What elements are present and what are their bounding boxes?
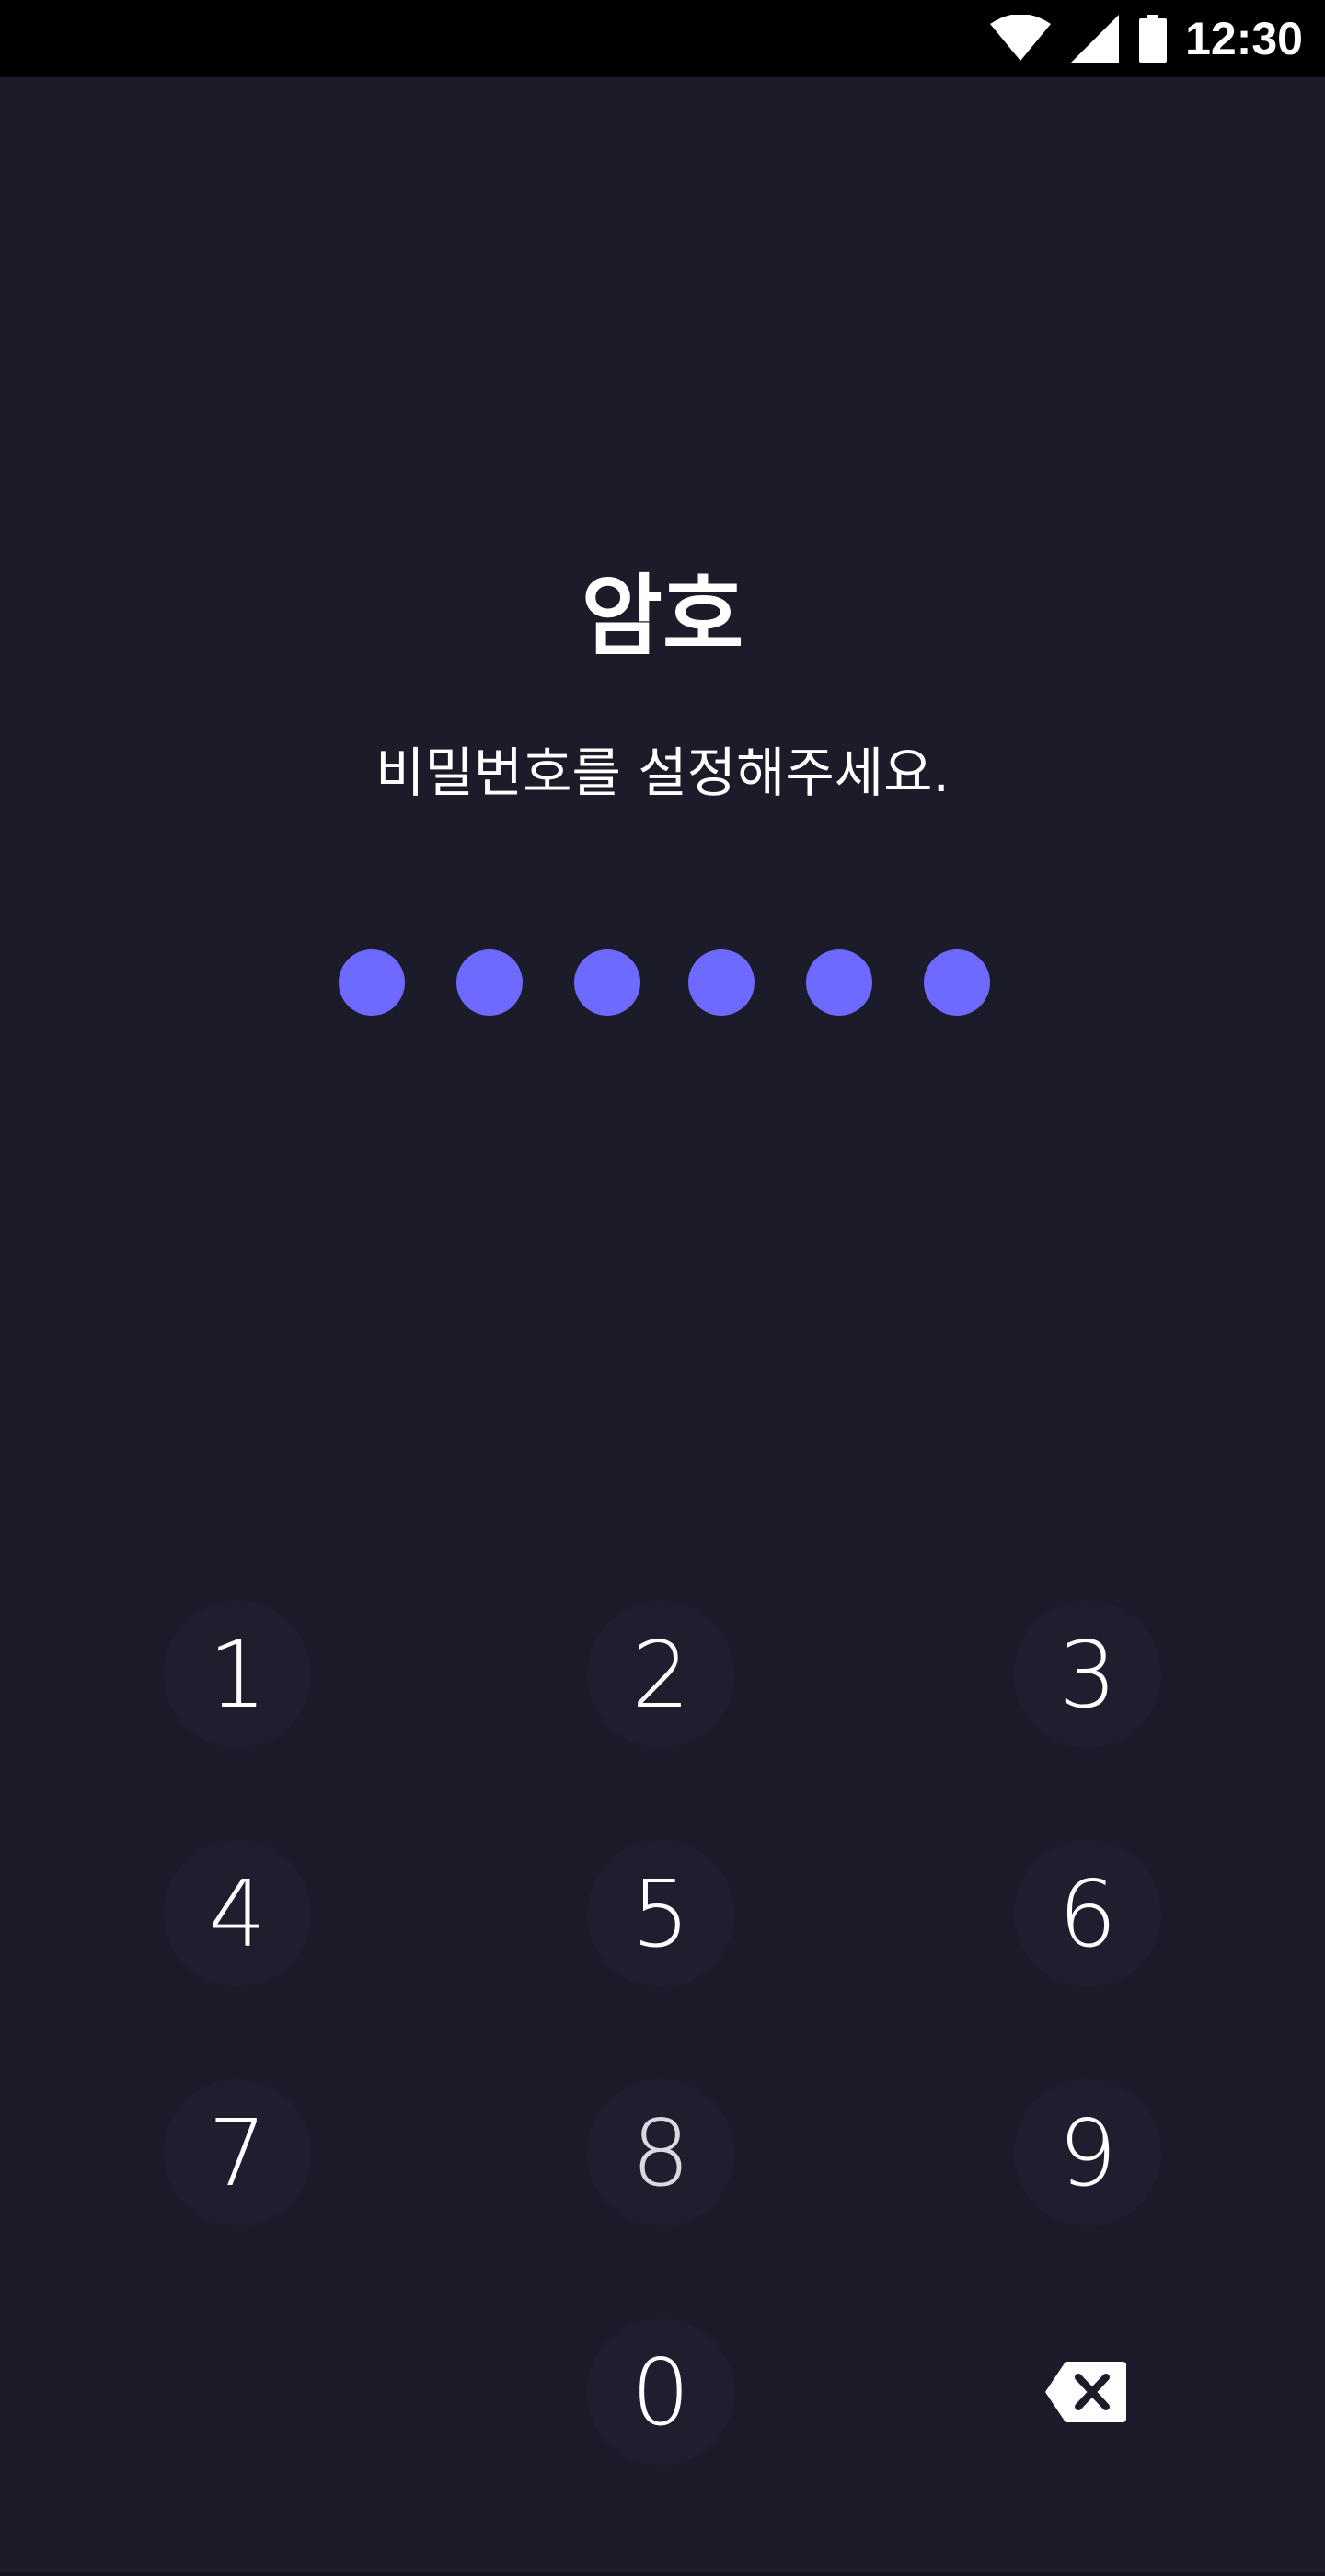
passcode-screen: 12:30 암호 비밀번호를 설정해주세요. 1 2 3 4 5 6 7 8 9…	[0, 0, 1325, 2576]
pin-dot	[806, 949, 872, 1016]
wifi-icon	[990, 15, 1052, 63]
page-title: 암호	[581, 565, 744, 668]
key-0[interactable]: 0	[587, 2318, 734, 2466]
status-time: 12:30	[1185, 13, 1303, 64]
battery-icon	[1139, 15, 1168, 63]
status-icons: 12:30	[990, 0, 1303, 77]
pin-indicator	[0, 949, 1325, 1016]
key-5[interactable]: 5	[587, 1840, 734, 1987]
pin-dot	[456, 949, 523, 1016]
key-4[interactable]: 4	[164, 1840, 311, 1987]
key-3[interactable]: 3	[1014, 1601, 1161, 1748]
key-6[interactable]: 6	[1014, 1840, 1161, 1987]
key-2[interactable]: 2	[587, 1601, 734, 1748]
key-8[interactable]: 8	[587, 2079, 734, 2226]
backspace-button[interactable]	[1012, 2318, 1159, 2466]
cell-signal-icon	[1069, 13, 1121, 64]
bottom-divider	[0, 2572, 1325, 2576]
key-empty	[164, 2318, 311, 2466]
pin-dot	[339, 949, 405, 1016]
pin-dot	[688, 949, 755, 1016]
page-subtitle: 비밀번호를 설정해주세요.	[375, 742, 950, 804]
key-7[interactable]: 7	[164, 2079, 311, 2226]
key-1[interactable]: 1	[164, 1601, 311, 1748]
numeric-keypad: 1 2 3 4 5 6 7 8 9 0	[0, 0, 1325, 2576]
backspace-icon	[1045, 2362, 1126, 2422]
pin-dot	[574, 949, 640, 1016]
key-9[interactable]: 9	[1014, 2079, 1161, 2226]
status-bar: 12:30	[0, 0, 1325, 77]
pin-dot	[924, 949, 990, 1016]
